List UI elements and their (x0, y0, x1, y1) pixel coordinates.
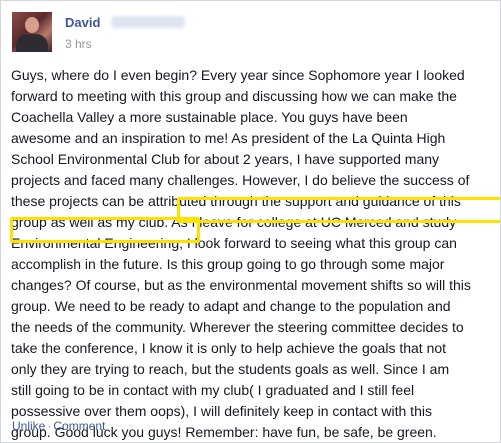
post-line: awesome and an inspiration to me! As pre… (11, 130, 446, 146)
post-line: these projects can be attributed through… (11, 193, 461, 209)
post-line: group. We need to be ready to adapt and … (11, 298, 451, 314)
post-line: Environmental Engineering, I look forwar… (11, 235, 457, 251)
post-line: Guys, where do I even begin? Every year … (11, 67, 465, 83)
post-actions: Unlike · Comment (12, 419, 105, 433)
post-timestamp[interactable]: 3 hrs (65, 37, 92, 51)
action-separator: · (47, 419, 52, 433)
facebook-post: David 3 hrs Guys, where do I even begin?… (0, 0, 501, 443)
redacted-surname (111, 16, 185, 28)
post-line: School Environmental Club for about 2 ye… (11, 151, 440, 167)
post-body: Guys, where do I even begin? Every year … (11, 65, 493, 442)
post-line: still going to be in contact with my clu… (11, 382, 415, 398)
post-line: projects and faced many challenges. Howe… (11, 172, 470, 188)
unlike-link[interactable]: Unlike (12, 419, 45, 433)
avatar-head (25, 17, 39, 33)
post-line: Coachella Valley a more sustainable plac… (11, 109, 408, 125)
author-name-link[interactable]: David (65, 15, 100, 30)
post-line: group as well as my club. As I leave for… (11, 214, 457, 230)
post-line: changes? Of course, but as the environme… (11, 277, 471, 293)
comment-link[interactable]: Comment (53, 419, 105, 433)
avatar-shoulders (16, 34, 48, 52)
post-line: take the conference, I know it is only t… (11, 340, 447, 356)
post-line: forward to meeting with this group and d… (11, 88, 457, 104)
post-line: only they are trying to reach, but the s… (11, 361, 450, 377)
post-line: accomplish in the future. Is this group … (11, 256, 445, 272)
post-line: the needs of the community. Wherever the… (11, 319, 464, 335)
author-avatar[interactable] (12, 12, 52, 52)
